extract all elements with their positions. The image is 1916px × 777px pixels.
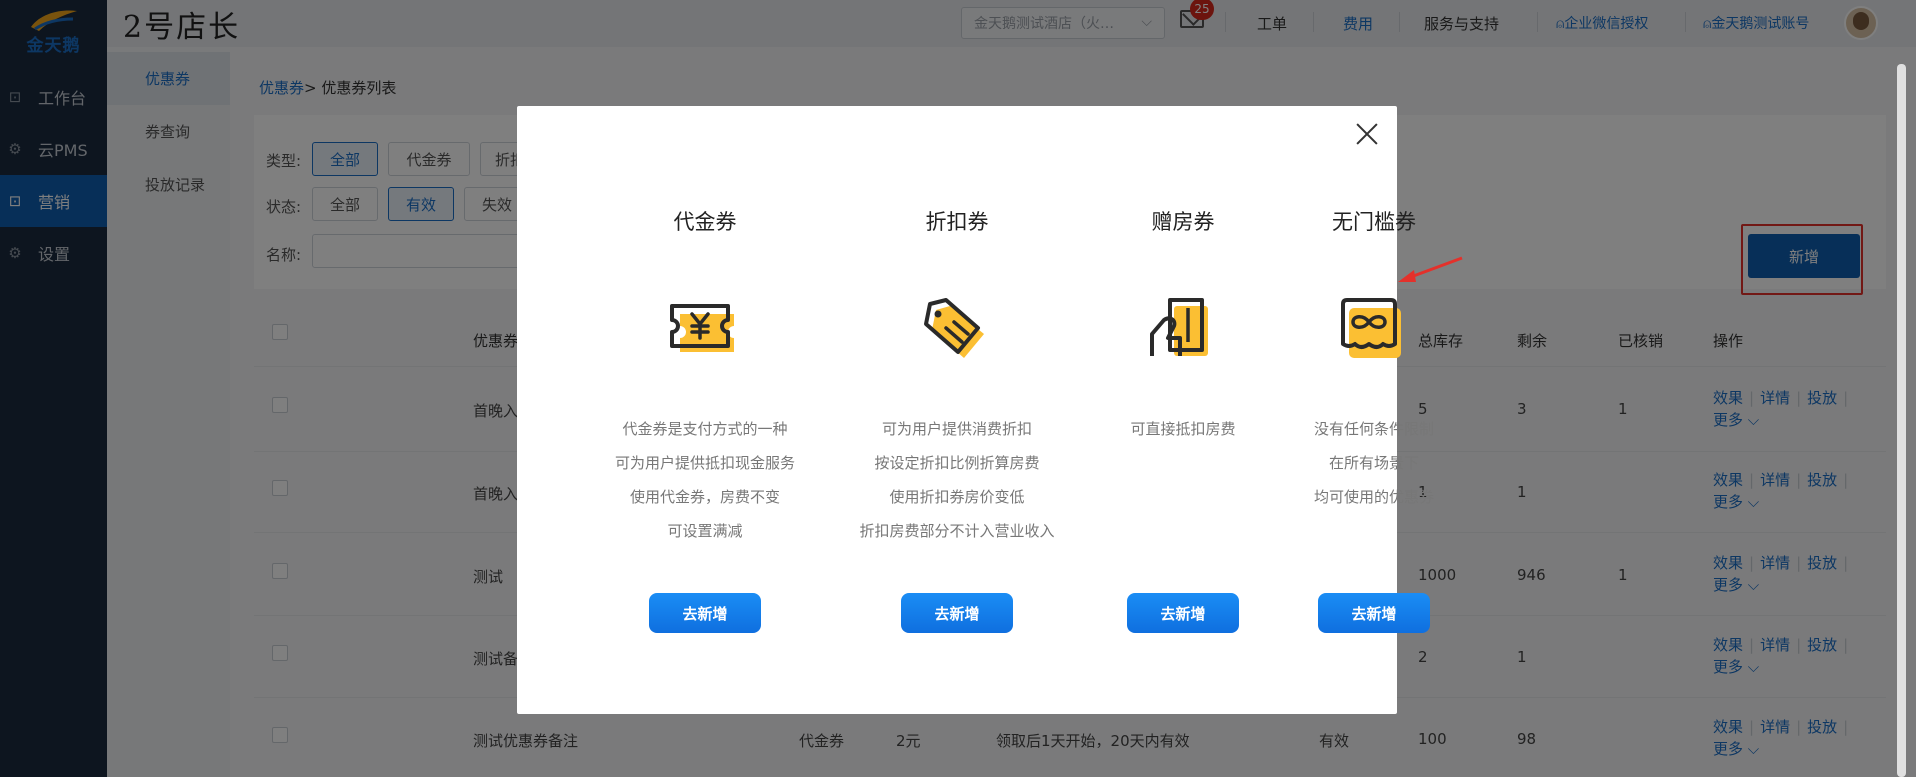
yen-ticket-icon	[670, 304, 734, 352]
discount-tag-icon	[924, 298, 984, 358]
coupon-option-voucher: 代金券 代金券是支付方式的一种 可为用户提供抵扣现金服务 使用代金券，房费不变 …	[595, 106, 815, 714]
option-description: 没有任何条件限制 在所有场景下 均可使用的优惠券	[1264, 412, 1484, 514]
desc-line: 折扣房费部分不计入营业收入	[859, 522, 1055, 540]
add-no-threshold-button[interactable]: 去新增	[1318, 593, 1430, 633]
desc-line: 可为用户提供消费折扣	[881, 420, 1032, 438]
option-description: 可为用户提供消费折扣 按设定折扣比例折算房费 使用折扣券房价变低 折扣房费部分不…	[847, 412, 1067, 548]
desc-line: 按设定折扣比例折算房费	[874, 454, 1040, 472]
desc-line: 均可使用的优惠券	[1313, 488, 1434, 506]
gift-room-icon	[1150, 298, 1208, 356]
infinity-ticket-icon	[1341, 298, 1401, 358]
desc-line: 使用代金券，房费不变	[629, 488, 780, 506]
coupon-option-discount: 折扣券 可为用户提供消费折扣 按设定折扣比例折算房费 使用折扣券房价变低 折扣房…	[847, 106, 1067, 714]
option-title: 折扣券	[925, 210, 989, 234]
option-title: 无门槛券	[1332, 210, 1416, 234]
desc-line: 可直接抵扣房费	[1130, 420, 1236, 438]
desc-line: 可为用户提供抵扣现金服务	[614, 454, 795, 472]
coupon-option-no-threshold: 无门槛券 没有任何条件限制 在所有场景下 均可使用的优惠券 去新增	[1264, 106, 1484, 714]
option-title: 赠房券	[1151, 210, 1215, 234]
desc-line: 代金券是支付方式的一种	[622, 420, 788, 438]
add-gift-room-button[interactable]: 去新增	[1127, 593, 1239, 633]
coupon-option-gift-room: 赠房券 可直接抵扣房费 去新增	[1073, 106, 1293, 714]
desc-line: 可设置满减	[667, 522, 743, 540]
desc-line: 没有任何条件限制	[1313, 420, 1434, 438]
option-description: 可直接抵扣房费	[1073, 412, 1293, 446]
option-description: 代金券是支付方式的一种 可为用户提供抵扣现金服务 使用代金券，房费不变 可设置满…	[595, 412, 815, 548]
coupon-type-modal: 代金券 代金券是支付方式的一种 可为用户提供抵扣现金服务 使用代金券，房费不变 …	[517, 106, 1434, 714]
scrollbar[interactable]	[1897, 64, 1906, 777]
add-discount-button[interactable]: 去新增	[901, 593, 1013, 633]
desc-line: 在所有场景下	[1328, 454, 1419, 472]
desc-line: 使用折扣券房价变低	[889, 488, 1025, 506]
option-title: 代金券	[673, 210, 737, 234]
add-voucher-button[interactable]: 去新增	[649, 593, 761, 633]
